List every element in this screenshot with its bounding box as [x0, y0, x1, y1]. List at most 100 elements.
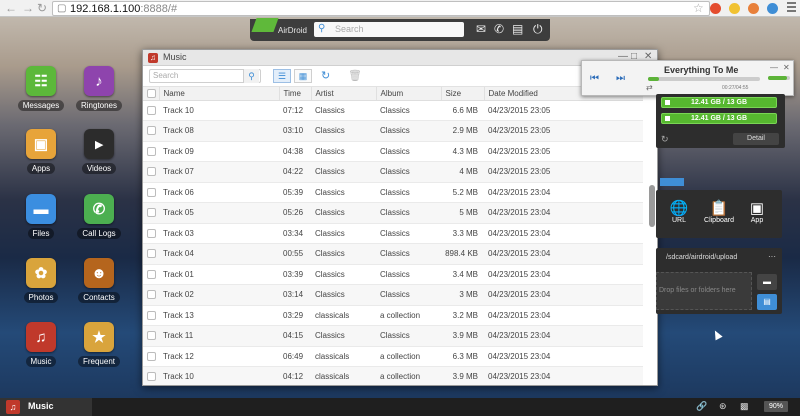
address-bar[interactable]: ▢ 192.168.1.100:8888/# [52, 1, 710, 16]
grid-view-icon[interactable]: ▦ [294, 69, 312, 83]
bookmark-star-icon[interactable]: ☆ [693, 1, 704, 15]
volume-slider[interactable] [768, 76, 790, 80]
delete-icon[interactable]: 🗑 [348, 69, 362, 82]
app-tool[interactable]: ▣ App [737, 201, 777, 225]
text-icon[interactable]: ▤ [512, 22, 523, 37]
search-input[interactable]: ⚲ Search [314, 22, 464, 37]
checkbox-cell[interactable] [143, 100, 159, 121]
table-row[interactable]: Track 12 06:49 classicals a collection 6.3 M… [143, 346, 643, 367]
table-row[interactable]: Track 13 03:29 classicals a collection 3.2 M… [143, 305, 643, 326]
checkbox-cell[interactable] [143, 161, 159, 183]
previous-icon[interactable]: ⏮ [590, 73, 599, 84]
table-row[interactable]: Track 06 05:39 Classics Classics 5.2 MB 04/23… [143, 182, 643, 203]
refresh-icon[interactable]: ↻ [661, 134, 669, 145]
extension-icon[interactable] [767, 3, 778, 14]
checkbox-cell[interactable] [143, 182, 159, 203]
link-icon[interactable]: 🔗 [696, 401, 707, 412]
column-header-name[interactable]: Name [158, 87, 279, 101]
table-row[interactable]: Track 04 00:55 Classics Classics 898.4 KB 04/… [143, 243, 643, 265]
search-icon[interactable]: ⚲ [243, 69, 259, 83]
desktop-icon-files[interactable]: ▬ Files [11, 194, 71, 239]
desktop-icon-apps[interactable]: ▣ Apps [11, 129, 71, 174]
extension-icon[interactable] [748, 3, 759, 14]
row-checkbox[interactable] [147, 208, 156, 218]
phone-icon[interactable]: ✆ [494, 22, 504, 37]
checkbox-cell[interactable] [143, 141, 159, 162]
table-row[interactable]: Track 05 05:26 Classics Classics 5 MB 04/23/2… [143, 202, 643, 224]
checkbox-cell[interactable] [143, 243, 159, 265]
column-header-artist[interactable]: Artist [310, 87, 376, 101]
checkbox-cell[interactable] [143, 202, 159, 224]
url-tool[interactable]: 🌐 URL [659, 201, 699, 225]
column-header-size[interactable]: Size [440, 87, 484, 101]
checkbox-cell[interactable] [143, 223, 159, 244]
row-checkbox[interactable] [147, 146, 156, 156]
row-checkbox[interactable] [147, 126, 156, 136]
table-row[interactable]: Track 07 04:22 Classics Classics 4 MB 04/23/2… [143, 161, 643, 183]
scrollbar[interactable] [649, 185, 655, 227]
forward-icon[interactable]: → [22, 2, 34, 15]
window-titlebar[interactable]: ♫ Music — □ ✕ [143, 50, 657, 66]
upload-file-icon[interactable]: ▤ [757, 294, 777, 310]
checkbox-cell[interactable] [143, 305, 159, 326]
checkbox-cell[interactable] [143, 120, 159, 142]
row-checkbox[interactable] [147, 310, 156, 320]
progress-bar[interactable] [648, 77, 760, 81]
select-all-header[interactable] [143, 87, 159, 101]
select-all-checkbox[interactable] [147, 88, 156, 98]
taskbar-music[interactable]: ♫ Music [0, 398, 92, 416]
extension-icon[interactable] [710, 3, 721, 14]
row-checkbox[interactable] [147, 228, 156, 238]
desktop-icon-music[interactable]: ♫ Music [11, 322, 71, 367]
table-row[interactable]: Track 08 03:10 Classics Classics 2.9 MB 04/23… [143, 120, 643, 142]
row-checkbox[interactable] [147, 290, 156, 300]
row-checkbox[interactable] [147, 372, 156, 382]
desktop-icon-messages[interactable]: ☷ Messages [11, 66, 71, 111]
drop-zone[interactable]: Drop files or folders here [656, 272, 752, 310]
more-icon[interactable]: ··· [768, 252, 776, 261]
reload-icon[interactable]: ↻ [37, 2, 47, 15]
shuffle-icon[interactable]: ⇄ [646, 83, 653, 92]
column-header-album[interactable]: Album [375, 87, 441, 101]
row-checkbox[interactable] [147, 331, 156, 341]
desktop-icon-ringtones[interactable]: ♪ Ringtones [69, 66, 129, 111]
panel-tab[interactable] [660, 178, 684, 186]
checkbox-cell[interactable] [143, 366, 159, 385]
desktop-icon-photos[interactable]: ✿ Photos [11, 258, 71, 303]
desktop-icon-contacts[interactable]: ☻ Contacts [69, 258, 129, 303]
list-view-icon[interactable]: ☰ [273, 69, 291, 83]
next-icon[interactable]: ⏭ [616, 73, 625, 84]
detail-button[interactable]: Detail [733, 133, 779, 145]
close-icon[interactable]: ✕ [783, 63, 790, 72]
desktop-icon-call-logs[interactable]: ✆ Call Logs [69, 194, 129, 239]
column-header-time[interactable]: Time [278, 87, 311, 101]
row-checkbox[interactable] [147, 167, 156, 177]
table-row[interactable]: Track 10 07:12 Classics Classics 6.6 MB 04/23… [143, 100, 643, 121]
checkbox-cell[interactable] [143, 325, 159, 347]
back-icon[interactable]: ← [5, 2, 17, 15]
table-row[interactable]: Track 01 03:39 Classics Classics 3.4 MB 04/23… [143, 264, 643, 285]
table-row[interactable]: Track 09 04:38 Classics Classics 4.3 MB 04/23… [143, 141, 643, 162]
extension-icon[interactable] [729, 3, 740, 14]
mail-icon[interactable]: ✉ [476, 22, 486, 37]
row-checkbox[interactable] [147, 351, 156, 361]
checkbox-cell[interactable] [143, 346, 159, 367]
clipboard-tool[interactable]: 📋 Clipboard [699, 201, 739, 225]
row-checkbox[interactable] [147, 187, 156, 197]
table-row[interactable]: Track 10 04:12 classicals a collection 3.9 M… [143, 366, 643, 385]
row-checkbox[interactable] [147, 269, 156, 279]
upload-folder-icon[interactable]: ▬ [757, 274, 777, 290]
desktop-icon-frequent[interactable]: ★ Frequent [69, 322, 129, 367]
table-row[interactable]: Track 11 04:15 Classics Classics 3.9 MB 04/23… [143, 325, 643, 347]
power-icon[interactable]: ⏻ [533, 22, 543, 37]
table-row[interactable]: Track 03 03:34 Classics Classics 3.3 MB 04/23… [143, 223, 643, 244]
table-row[interactable]: Track 02 03:14 Classics Classics 3 MB 04/23/2… [143, 284, 643, 306]
minimize-icon[interactable]: — [770, 63, 778, 72]
row-checkbox[interactable] [147, 105, 156, 115]
row-checkbox[interactable] [147, 249, 156, 259]
checkbox-cell[interactable] [143, 284, 159, 306]
refresh-icon[interactable]: ↻ [321, 69, 330, 82]
checkbox-cell[interactable] [143, 264, 159, 285]
desktop-icon-videos[interactable]: ▸ Videos [69, 129, 129, 174]
browser-menu-icon[interactable] [787, 2, 796, 14]
